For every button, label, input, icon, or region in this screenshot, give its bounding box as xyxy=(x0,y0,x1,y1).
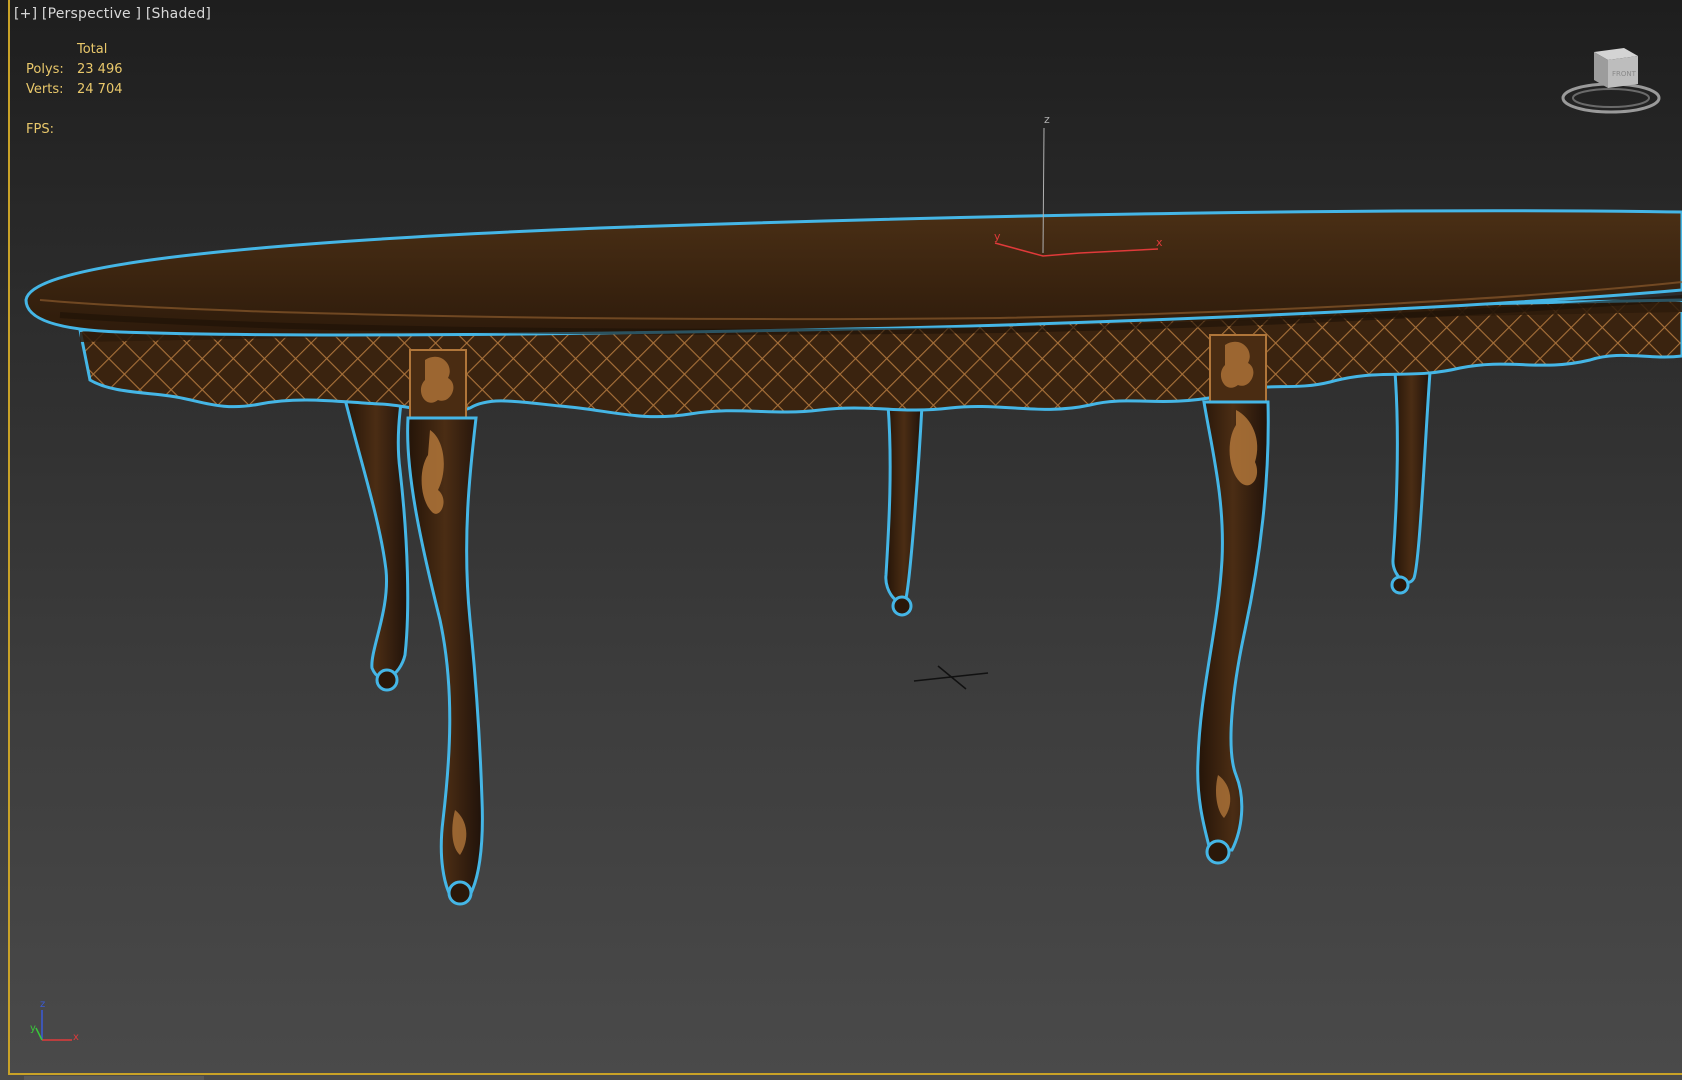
gizmo-y-label: y xyxy=(994,230,1001,243)
back-leg-middle[interactable] xyxy=(884,403,924,617)
gizmo-z-label: z xyxy=(1044,113,1050,126)
viewport-label: [+] [Perspective ] [Shaded] xyxy=(14,6,211,22)
viewport-menu-button[interactable]: [+] xyxy=(14,6,37,22)
polys-label: Polys: xyxy=(26,62,64,77)
view-mode-menu[interactable]: [Perspective ] xyxy=(42,6,141,22)
shading-mode-menu[interactable]: [Shaded] xyxy=(146,6,211,22)
front-leg-right[interactable] xyxy=(1196,400,1270,865)
axis-z-label: z xyxy=(40,999,45,1010)
carved-corner-left xyxy=(409,349,467,419)
timeline-strip xyxy=(24,1076,204,1080)
perspective-viewport[interactable]: z y x [+] [Perspective ] [Shaded] Total … xyxy=(0,0,1682,1080)
viewcube-face-label: FRONT xyxy=(1612,70,1637,78)
verts-value: 24 704 xyxy=(77,82,123,97)
back-leg-left[interactable] xyxy=(342,393,410,692)
pivot-crosshair xyxy=(913,665,989,690)
carved-corner-right xyxy=(1209,334,1267,404)
axis-x-label: x xyxy=(73,1032,79,1043)
viewcube-icon[interactable]: FRONT xyxy=(1556,40,1666,120)
scene-canvas[interactable]: z y x xyxy=(0,0,1682,1080)
active-viewport-border-left xyxy=(8,0,10,1075)
polys-value: 23 496 xyxy=(77,62,123,77)
verts-label: Verts: xyxy=(26,82,64,97)
back-leg-right[interactable] xyxy=(1390,370,1432,595)
active-viewport-border-bottom xyxy=(8,1073,1682,1075)
axis-y-label: y xyxy=(30,1023,36,1034)
front-leg-left[interactable] xyxy=(406,416,484,906)
axis-tripod-icon: z x y xyxy=(30,999,79,1043)
gizmo-x-label: x xyxy=(1156,236,1163,249)
table-top[interactable] xyxy=(24,209,1682,337)
stats-header: Total xyxy=(77,42,108,57)
fps-label: FPS: xyxy=(26,122,54,137)
